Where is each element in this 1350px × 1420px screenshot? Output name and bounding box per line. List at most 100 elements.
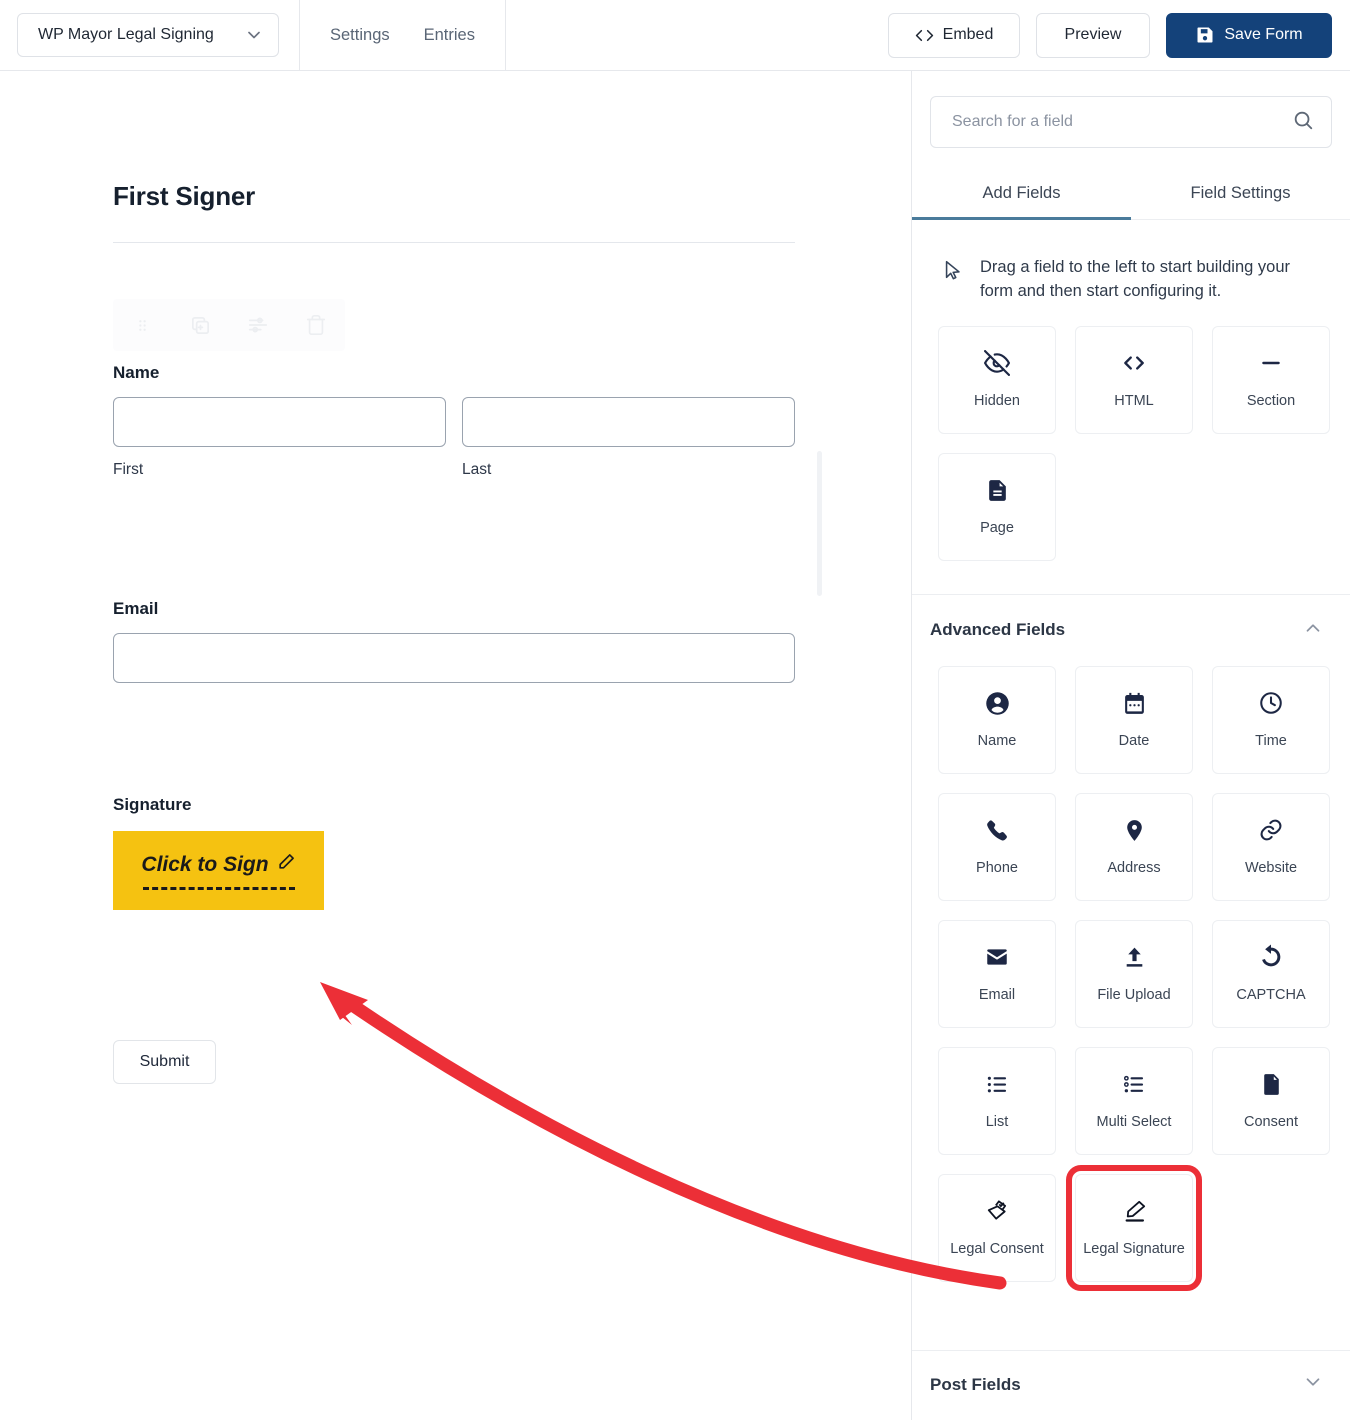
search-icon[interactable]	[1292, 109, 1314, 136]
field-card-phone-label: Phone	[976, 860, 1018, 877]
field-card-html[interactable]: HTML	[1075, 325, 1193, 434]
tab-field-settings-label: Field Settings	[1190, 184, 1291, 202]
advanced-fields-header[interactable]: Advanced Fields	[912, 595, 1350, 644]
field-card-name-label: Name	[977, 733, 1017, 750]
signature-field-label: Signature	[113, 795, 192, 814]
panel-tabs: Add Fields Field Settings	[912, 174, 1350, 220]
search-field-box[interactable]	[930, 96, 1332, 148]
chevron-down-icon[interactable]	[1302, 1371, 1324, 1398]
name-last-input[interactable]	[462, 397, 795, 447]
standard-fields-grid: Hidden HTML Section Page	[912, 304, 1350, 561]
nav-tab-settings[interactable]: Settings	[330, 26, 390, 45]
list-icon	[985, 1071, 1010, 1097]
captcha-refresh-icon	[1258, 944, 1284, 970]
field-card-html-label: HTML	[1114, 393, 1154, 410]
form-selector-dropdown[interactable]: WP Mayor Legal Signing	[17, 13, 279, 57]
advanced-fields-title: Advanced Fields	[930, 620, 1066, 640]
panel-search-wrapper	[912, 71, 1350, 148]
drag-hint-text: Drag a field to the left to start buildi…	[980, 258, 1291, 300]
map-pin-icon	[1122, 817, 1147, 843]
nav-tab-entries[interactable]: Entries	[424, 26, 475, 45]
name-first-sublabel: First	[113, 461, 144, 478]
chevron-up-icon[interactable]	[1302, 617, 1324, 644]
field-card-multi-select[interactable]: Multi Select	[1075, 1046, 1193, 1155]
fields-panel: Add Fields Field Settings Drag a field t…	[912, 71, 1350, 1420]
save-form-button[interactable]: Save Form	[1166, 12, 1332, 58]
field-card-website[interactable]: Website	[1212, 792, 1330, 901]
canvas-scrollbar[interactable]	[817, 451, 822, 596]
field-card-hidden[interactable]: Hidden	[938, 325, 1056, 434]
tab-field-settings[interactable]: Field Settings	[1131, 174, 1350, 219]
minus-line-icon	[1258, 350, 1284, 376]
submit-button[interactable]: Submit	[113, 1040, 216, 1084]
click-to-sign-button[interactable]: Click to Sign	[113, 831, 324, 910]
drag-hint: Drag a field to the left to start buildi…	[912, 220, 1350, 304]
name-field-row: First Last	[113, 397, 795, 479]
name-first-input[interactable]	[113, 397, 446, 447]
top-nav-tabs: Settings Entries	[300, 0, 505, 71]
cursor-arrow-icon	[942, 258, 964, 287]
field-card-legal-consent[interactable]: Legal Consent	[938, 1173, 1056, 1282]
field-card-phone[interactable]: Phone	[938, 792, 1056, 901]
field-card-email[interactable]: Email	[938, 919, 1056, 1028]
tab-add-fields[interactable]: Add Fields	[912, 174, 1131, 220]
tab-add-fields-label: Add Fields	[982, 184, 1061, 202]
user-circle-icon	[984, 690, 1011, 716]
post-fields-header[interactable]: Post Fields	[912, 1350, 1350, 1420]
name-field-label: Name	[113, 363, 160, 382]
field-card-page[interactable]: Page	[938, 452, 1056, 561]
field-card-legal-signature-label: Legal Signature	[1083, 1241, 1185, 1258]
embed-button-label: Embed	[942, 26, 994, 43]
document-icon	[1259, 1071, 1284, 1097]
field-card-captcha[interactable]: CAPTCHA	[1212, 919, 1330, 1028]
field-card-legal-consent-label: Legal Consent	[950, 1241, 1044, 1258]
floppy-disk-icon	[1195, 25, 1215, 45]
field-card-address[interactable]: Address	[1075, 792, 1193, 901]
multi-select-icon	[1122, 1071, 1147, 1097]
field-card-date[interactable]: Date	[1075, 665, 1193, 774]
settings-sliders-icon[interactable]	[229, 299, 287, 351]
field-card-name[interactable]: Name	[938, 665, 1056, 774]
toolbar-divider-right	[504, 0, 506, 71]
field-card-captcha-label: CAPTCHA	[1236, 987, 1306, 1004]
email-input[interactable]	[113, 633, 795, 683]
chevron-down-icon	[244, 25, 264, 45]
legal-signature-pen-icon	[1121, 1198, 1148, 1224]
legal-consent-icon	[984, 1198, 1011, 1224]
signature-field-block: Signature Click to Sign	[113, 795, 912, 910]
builder-body: First Signer Name First Last Email Signa…	[0, 71, 1350, 1420]
link-icon	[1258, 817, 1284, 843]
form-selector-label: WP Mayor Legal Signing	[38, 26, 214, 43]
calendar-icon	[1122, 690, 1147, 716]
field-card-hidden-label: Hidden	[974, 393, 1020, 410]
duplicate-icon[interactable]	[171, 299, 229, 351]
field-card-email-label: Email	[978, 987, 1016, 1004]
clock-icon	[1258, 690, 1284, 716]
field-card-address-label: Address	[1107, 860, 1161, 877]
trash-icon[interactable]	[287, 299, 345, 351]
post-fields-title: Post Fields	[930, 1374, 1021, 1394]
preview-button[interactable]: Preview	[1036, 12, 1150, 58]
field-card-consent-label: Consent	[1243, 1114, 1298, 1131]
drag-handle-icon[interactable]	[113, 299, 171, 351]
phone-icon	[985, 817, 1010, 843]
field-card-legal-signature[interactable]: Legal Signature	[1066, 1164, 1202, 1291]
search-input[interactable]	[952, 113, 1252, 131]
field-card-section-label: Section	[1246, 393, 1296, 410]
embed-button[interactable]: Embed	[888, 12, 1020, 58]
field-hover-toolbar[interactable]	[113, 299, 345, 351]
envelope-icon	[984, 944, 1010, 970]
page-document-icon	[985, 477, 1010, 503]
field-card-consent[interactable]: Consent	[1212, 1046, 1330, 1155]
field-card-list-label: List	[985, 1114, 1009, 1131]
field-card-section[interactable]: Section	[1212, 325, 1330, 434]
page-title: First Signer	[113, 181, 256, 211]
field-card-page-label: Page	[980, 520, 1014, 537]
preview-button-label: Preview	[1064, 26, 1122, 43]
code-brackets-icon	[1121, 350, 1147, 376]
field-card-file-upload[interactable]: File Upload	[1075, 919, 1193, 1028]
field-card-multi-select-label: Multi Select	[1096, 1114, 1172, 1131]
click-to-sign-label: Click to Sign	[141, 852, 269, 876]
field-card-list[interactable]: List	[938, 1046, 1056, 1155]
field-card-time[interactable]: Time	[1212, 665, 1330, 774]
